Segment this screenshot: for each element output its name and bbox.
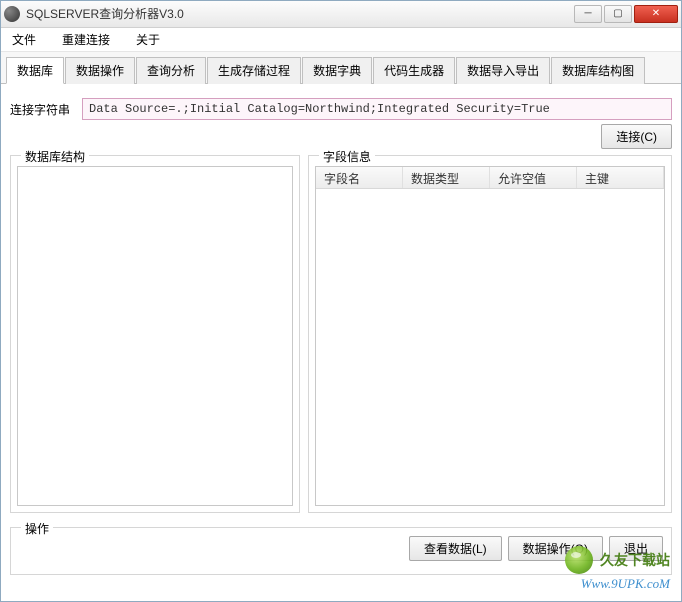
connect-button[interactable]: 连接(C) <box>601 124 672 149</box>
tab-dict[interactable]: 数据字典 <box>302 57 372 84</box>
connection-string-input[interactable] <box>82 98 672 120</box>
maximize-button[interactable]: ▢ <box>604 5 632 23</box>
db-structure-panel: 数据库结构 <box>10 155 300 513</box>
menu-reconnect[interactable]: 重建连接 <box>56 29 116 50</box>
close-button[interactable]: ✕ <box>634 5 678 23</box>
tab-importexport[interactable]: 数据导入导出 <box>456 57 550 84</box>
col-nullable[interactable]: 允许空值 <box>490 167 577 188</box>
tab-strip: 数据库 数据操作 查询分析 生成存储过程 数据字典 代码生成器 数据导入导出 数… <box>0 52 682 84</box>
col-fieldname[interactable]: 字段名 <box>316 167 403 188</box>
tab-dataop[interactable]: 数据操作 <box>65 57 135 84</box>
col-datatype[interactable]: 数据类型 <box>403 167 490 188</box>
field-info-panel: 字段信息 字段名 数据类型 允许空值 主键 <box>308 155 672 513</box>
menu-bar: 文件 重建连接 关于 <box>0 28 682 52</box>
data-operation-button[interactable]: 数据操作(O) <box>508 536 603 561</box>
view-data-button[interactable]: 查看数据(L) <box>409 536 502 561</box>
tab-query[interactable]: 查询分析 <box>136 57 206 84</box>
watermark-url: Www.9UPK.coM <box>565 576 670 592</box>
field-info-title: 字段信息 <box>319 148 375 165</box>
tab-database[interactable]: 数据库 <box>6 57 64 84</box>
connection-label: 连接字符串 <box>10 101 82 118</box>
minimize-button[interactable]: ─ <box>574 5 602 23</box>
db-structure-title: 数据库结构 <box>21 148 89 165</box>
title-bar: SQLSERVER查询分析器V3.0 ─ ▢ ✕ <box>0 0 682 28</box>
exit-button[interactable]: 退出 <box>609 536 663 561</box>
app-icon <box>4 6 20 22</box>
db-structure-list[interactable] <box>17 166 293 506</box>
grid-body <box>316 189 664 505</box>
menu-file[interactable]: 文件 <box>6 29 42 50</box>
operations-title: 操作 <box>21 520 53 537</box>
tab-structgraph[interactable]: 数据库结构图 <box>551 57 645 84</box>
window-title: SQLSERVER查询分析器V3.0 <box>26 5 572 22</box>
menu-about[interactable]: 关于 <box>130 29 166 50</box>
grid-header: 字段名 数据类型 允许空值 主键 <box>316 167 664 189</box>
col-primarykey[interactable]: 主键 <box>577 167 664 188</box>
tab-codegen[interactable]: 代码生成器 <box>373 57 455 84</box>
tab-sproc[interactable]: 生成存储过程 <box>207 57 301 84</box>
operations-panel: 操作 查看数据(L) 数据操作(O) 退出 <box>10 527 672 575</box>
field-info-grid[interactable]: 字段名 数据类型 允许空值 主键 <box>315 166 665 506</box>
